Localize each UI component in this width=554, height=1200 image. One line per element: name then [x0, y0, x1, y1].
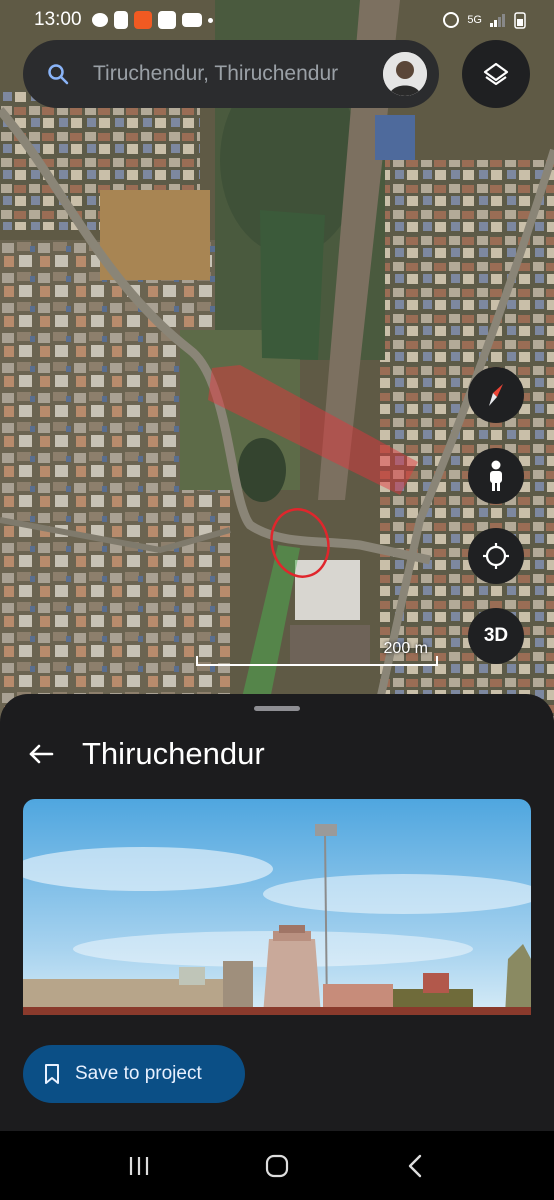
- home-icon: [265, 1154, 289, 1177]
- back-nav-button[interactable]: [395, 1146, 435, 1186]
- chat-icon: [91, 13, 108, 27]
- save-to-project-button[interactable]: Save to project: [23, 1045, 245, 1103]
- battery-icon: [514, 12, 526, 29]
- status-bar: 13:00 5G: [0, 0, 554, 40]
- compass-icon: [489, 384, 503, 406]
- profile-picture: [383, 52, 427, 96]
- alert-icon: [113, 11, 128, 29]
- youtube-icon: [181, 13, 202, 27]
- place-title: Thiruchendur: [82, 736, 265, 771]
- bookmark-icon: [45, 1064, 59, 1084]
- save-to-project-label: Save to project: [75, 1063, 202, 1084]
- layers-icon: [483, 62, 509, 86]
- map-scale: 200 m: [196, 640, 438, 670]
- signal-icon: [490, 14, 505, 27]
- recents-icon: [129, 1156, 149, 1175]
- pegman-icon: [490, 460, 502, 491]
- more-dot-icon: [207, 17, 213, 23]
- search-bar[interactable]: Tiruchendur, Thiruchendur: [23, 40, 439, 108]
- back-nav-icon: [408, 1154, 422, 1177]
- search-icon: [48, 64, 69, 85]
- street-view-button[interactable]: [468, 448, 524, 504]
- 3d-toggle-button[interactable]: 3D: [468, 608, 524, 664]
- sheet-drag-handle[interactable]: [254, 706, 300, 711]
- my-location-icon: [483, 543, 509, 569]
- scale-bar: [196, 656, 438, 666]
- back-button[interactable]: [26, 739, 56, 769]
- place-bottom-sheet[interactable]: Thiruchendur Save to project: [0, 694, 554, 1131]
- place-photo[interactable]: [23, 799, 531, 1015]
- app-icon: [133, 11, 152, 29]
- status-time: 13:00: [34, 9, 82, 30]
- 3d-label: 3D: [483, 625, 509, 646]
- alarm-icon: [443, 12, 460, 28]
- search-input[interactable]: Tiruchendur, Thiruchendur: [93, 62, 383, 86]
- contacts-icon: [157, 11, 176, 29]
- sheet-header: Thiruchendur: [26, 736, 265, 772]
- my-location-button[interactable]: [468, 528, 524, 584]
- notification-icons: [91, 11, 213, 29]
- compass-button[interactable]: [468, 367, 524, 423]
- avatar[interactable]: [383, 52, 427, 96]
- recents-button[interactable]: [119, 1146, 159, 1186]
- system-nav-bar: [0, 1131, 554, 1200]
- home-button[interactable]: [257, 1146, 297, 1186]
- network-type: 5G: [467, 14, 482, 26]
- temple-photo-image: [23, 799, 531, 1015]
- back-arrow-icon: [29, 744, 54, 764]
- layers-button[interactable]: [462, 40, 530, 108]
